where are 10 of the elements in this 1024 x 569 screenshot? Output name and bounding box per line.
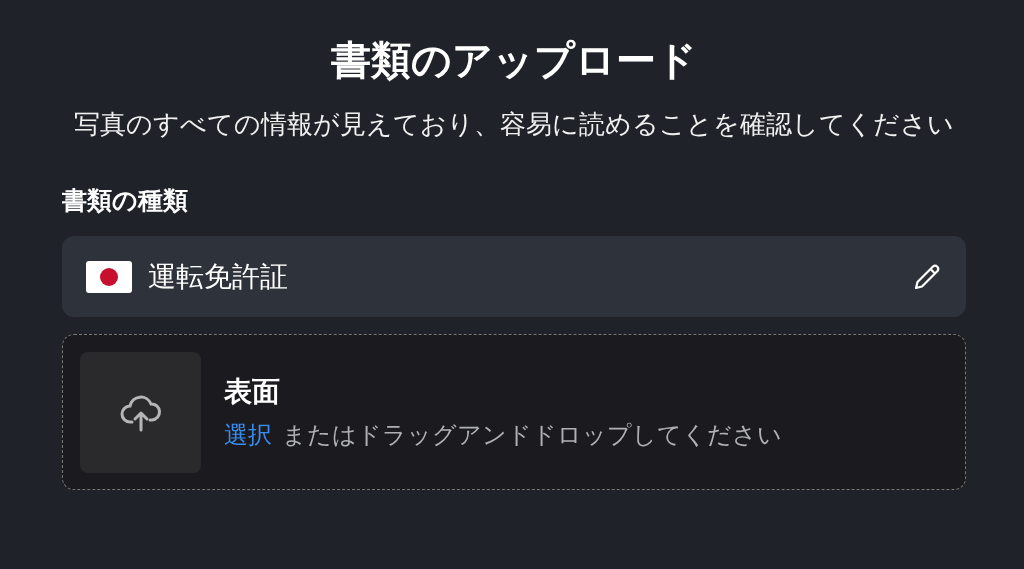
upload-dropzone[interactable]: 表面 選択 またはドラッグアンドドロップしてください [62, 334, 966, 490]
field-label: 書類の種類 [62, 185, 189, 217]
select-link[interactable]: 選択 [224, 418, 272, 452]
document-type-select[interactable]: 運転免許証 [62, 236, 966, 317]
instruction-text: 写真のすべての情報が見えており、容易に読めることを確認してください [73, 108, 955, 141]
page-title: 書類のアップロード [330, 36, 698, 85]
selected-value: 運転免許証 [148, 258, 289, 295]
upload-side-label: 表面 [224, 374, 281, 410]
flag-icon [86, 260, 132, 293]
drop-hint: またはドラッグアンドドロップしてください [282, 420, 782, 451]
